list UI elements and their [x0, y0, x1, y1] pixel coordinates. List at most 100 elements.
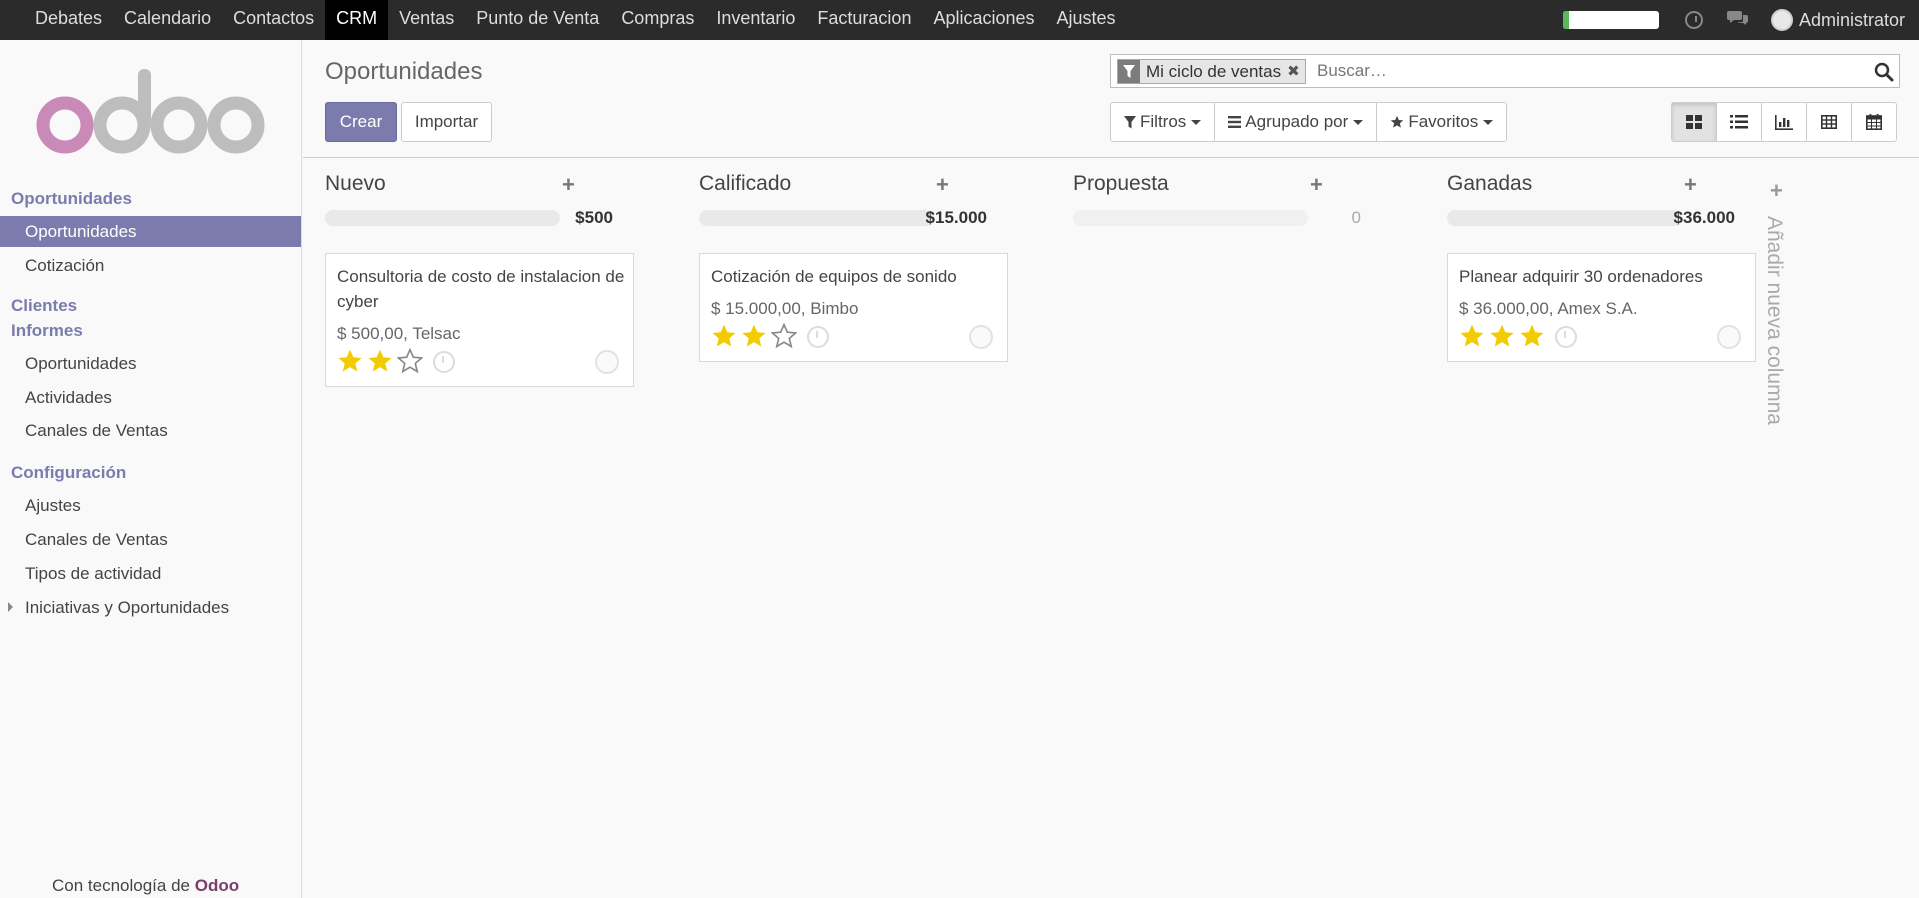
- salesperson-avatar: [595, 350, 619, 374]
- column-title[interactable]: Ganadas: [1447, 172, 1532, 196]
- pivot-view-button[interactable]: [1807, 103, 1852, 141]
- kanban-card[interactable]: Cotización de equipos de sonido $ 15.000…: [699, 253, 1008, 362]
- sidebar-item-informes-oportunidades[interactable]: Oportunidades: [0, 348, 301, 379]
- search-facet[interactable]: Mi ciclo de ventas ✖: [1117, 59, 1306, 84]
- add-column-button[interactable]: + Añadir nueva columna: [1756, 176, 1796, 446]
- sidebar-item-canales-de-ventas[interactable]: Canales de Ventas: [0, 415, 301, 446]
- column-title[interactable]: Propuesta: [1073, 172, 1169, 196]
- filter-icon: [1118, 60, 1140, 83]
- sidebar-item-iniciativas[interactable]: Iniciativas y Oportunidades: [0, 592, 301, 623]
- filter-icon: [1124, 115, 1136, 128]
- star-filled-icon[interactable]: [711, 323, 737, 349]
- star-filled-icon[interactable]: [337, 348, 363, 374]
- section-configuracion: Configuración: [11, 463, 127, 482]
- activity-clock-icon[interactable]: [1555, 326, 1577, 348]
- sidebar-item-tipos-de-actividad[interactable]: Tipos de actividad: [0, 558, 301, 589]
- kanban-card[interactable]: Planear adquirir 30 ordenadores $ 36.000…: [1447, 253, 1756, 362]
- groupby-dropdown[interactable]: Agrupado por: [1215, 103, 1378, 141]
- filters-label: Filtros: [1140, 112, 1187, 131]
- sidebar-item-config-canales[interactable]: Canales de Ventas: [0, 524, 301, 555]
- sidebar-item-ajustes[interactable]: Ajustes: [0, 490, 301, 521]
- bar-chart-icon: [1775, 114, 1793, 130]
- star-empty-icon[interactable]: [397, 348, 423, 374]
- menu-ajustes[interactable]: Ajustes: [1046, 0, 1127, 40]
- page-title: Oportunidades: [325, 58, 483, 85]
- sidebar-item-cotizacion[interactable]: Cotización: [0, 250, 301, 281]
- user-avatar[interactable]: [1770, 9, 1793, 31]
- sidebar-item-actividades[interactable]: Actividades: [0, 382, 301, 413]
- column-title[interactable]: Calificado: [699, 172, 791, 196]
- filters-dropdown[interactable]: Filtros: [1111, 103, 1216, 141]
- kanban-board: Nuevo + $500 Consultoria de costo de ins…: [303, 159, 1919, 898]
- star-filled-icon[interactable]: [741, 323, 767, 349]
- powered-prefix: Con tecnología de: [52, 876, 190, 895]
- menu-debates[interactable]: Debates: [24, 0, 113, 40]
- quick-create-icon[interactable]: +: [936, 172, 949, 198]
- caret-down-icon: [1191, 119, 1202, 125]
- sidebar-item-oportunidades[interactable]: Oportunidades: [0, 216, 301, 247]
- clock-icon[interactable]: [1684, 11, 1703, 29]
- search-view: Mi ciclo de ventas ✖: [1110, 54, 1900, 88]
- groupby-label: Agrupado por: [1245, 112, 1349, 131]
- card-amount-partner: $ 36.000,00, Amex S.A.: [1459, 299, 1638, 318]
- kanban-card[interactable]: Consultoria de costo de instalacion de c…: [325, 253, 634, 387]
- facet-remove-icon[interactable]: ✖: [1285, 60, 1305, 83]
- section-oportunidades: Oportunidades: [11, 189, 132, 208]
- star-filled-icon[interactable]: [1459, 323, 1485, 349]
- priority-stars: [711, 323, 801, 349]
- odoo-link[interactable]: Odoo: [195, 876, 239, 895]
- menu-crm[interactable]: CRM: [325, 0, 389, 40]
- salesperson-avatar: [1717, 325, 1741, 349]
- quick-create-icon[interactable]: +: [1310, 172, 1323, 198]
- card-amount-partner: $ 15.000,00, Bimbo: [711, 299, 859, 318]
- card-title: Cotización de equipos de sonido: [711, 267, 957, 286]
- star-filled-icon[interactable]: [1519, 323, 1545, 349]
- star-empty-icon[interactable]: [771, 323, 797, 349]
- menu-contactos[interactable]: Contactos: [222, 0, 325, 40]
- card-amount-partner: $ 500,00, Telsac: [337, 324, 461, 343]
- activity-clock-icon[interactable]: [807, 326, 829, 348]
- top-navbar: Debates Calendario Contactos CRM Ventas …: [0, 0, 1919, 40]
- planner-progress-bar[interactable]: [1562, 11, 1659, 29]
- section-clientes[interactable]: Clientes: [11, 296, 77, 316]
- star-filled-icon[interactable]: [1489, 323, 1515, 349]
- card-title: Consultoria de costo de instalacion de c…: [337, 267, 625, 311]
- control-panel: Oportunidades Crear Importar Mi ciclo de…: [303, 40, 1919, 158]
- chat-icon[interactable]: [1726, 10, 1748, 30]
- facet-label: Mi ciclo de ventas: [1146, 62, 1282, 81]
- menu-aplicaciones[interactable]: Aplicaciones: [922, 0, 1045, 40]
- menu-facturacion[interactable]: Facturacion: [806, 0, 922, 40]
- create-button[interactable]: Crear: [325, 102, 397, 142]
- favorites-label: Favoritos: [1408, 112, 1479, 131]
- star-filled-icon[interactable]: [367, 348, 393, 374]
- menu-compras[interactable]: Compras: [610, 0, 705, 40]
- star-icon: [1391, 115, 1404, 128]
- view-switcher: [1671, 102, 1897, 142]
- import-button[interactable]: Importar: [401, 102, 492, 142]
- favorites-dropdown[interactable]: Favoritos: [1377, 103, 1506, 141]
- add-column-plus-icon: +: [1770, 178, 1783, 203]
- caret-down-icon: [1353, 119, 1364, 125]
- menu-calendario[interactable]: Calendario: [113, 0, 222, 40]
- list-icon: [1730, 115, 1748, 129]
- menu-inventario[interactable]: Inventario: [705, 0, 806, 40]
- odoo-logo[interactable]: [34, 68, 266, 158]
- column-title[interactable]: Nuevo: [325, 172, 386, 196]
- priority-stars: [1459, 323, 1549, 349]
- kanban-view-button[interactable]: [1672, 103, 1717, 141]
- calendar-view-button[interactable]: [1852, 103, 1896, 141]
- quick-create-icon[interactable]: +: [562, 172, 575, 198]
- activity-clock-icon[interactable]: [433, 351, 455, 373]
- menu-ventas[interactable]: Ventas: [388, 0, 465, 40]
- search-options: Filtros Agrupado por Favoritos: [1110, 102, 1508, 142]
- graph-view-button[interactable]: [1762, 103, 1807, 141]
- search-icon[interactable]: [1874, 62, 1894, 82]
- add-column-label: Añadir nueva columna: [1763, 216, 1786, 425]
- app-menu: Debates Calendario Contactos CRM Ventas …: [0, 0, 1127, 40]
- user-menu[interactable]: Administrator: [1799, 10, 1905, 31]
- quick-create-icon[interactable]: +: [1684, 172, 1697, 198]
- menu-punto-de-venta[interactable]: Punto de Venta: [465, 0, 610, 40]
- caret-down-icon: [1483, 119, 1494, 125]
- search-input[interactable]: [1317, 59, 1857, 83]
- list-view-button[interactable]: [1717, 103, 1762, 141]
